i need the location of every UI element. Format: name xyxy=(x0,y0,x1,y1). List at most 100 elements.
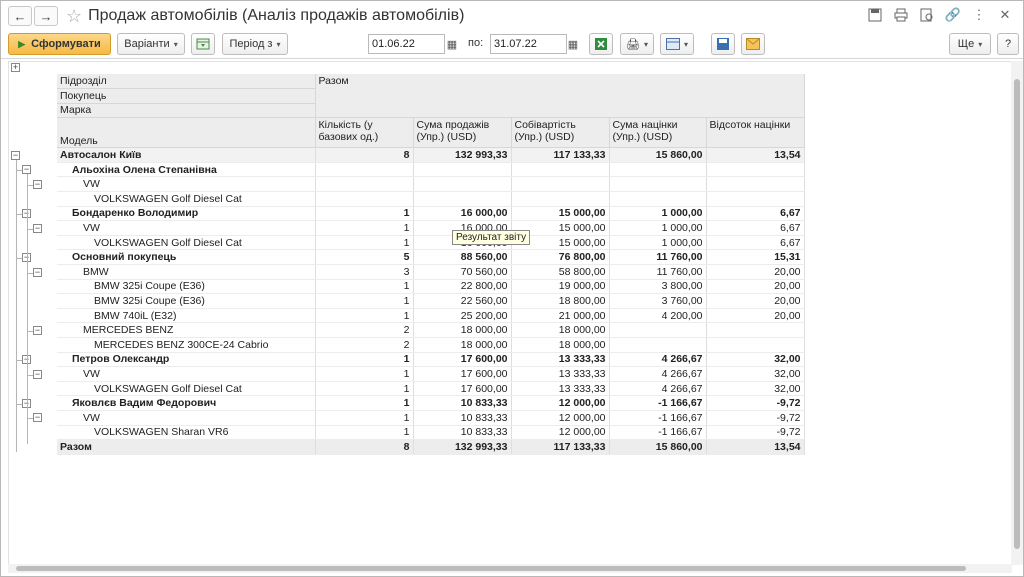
table-row[interactable]: VOLKSWAGEN Golf Diesel Cat 1 17 600,00 13 3… xyxy=(57,381,805,397)
table-row[interactable]: Бондаренко Володимир 1 16 000,00 15 000,00 1… xyxy=(57,206,805,222)
cell-qty: 1 xyxy=(315,308,414,324)
collapse-group-icon[interactable]: − xyxy=(33,413,42,422)
cell-pct xyxy=(706,176,805,193)
cell-qty: 3 xyxy=(315,264,414,280)
table-row[interactable]: VOLKSWAGEN Golf Diesel Cat116 000,0015 0… xyxy=(57,235,805,251)
horizontal-scroll-thumb[interactable] xyxy=(16,566,966,571)
dimension-header: Покупець xyxy=(57,88,316,104)
cell-qty: 5 xyxy=(315,249,414,266)
cell-qty: 1 xyxy=(315,235,414,251)
print-dropdown[interactable]: 🖨 ▾ xyxy=(620,33,654,55)
generate-button-label: Сформувати xyxy=(31,38,101,50)
calendar-icon[interactable]: ▦ xyxy=(443,34,461,54)
cell-pct: 20,00 xyxy=(706,264,805,280)
title-bar: ← → ☆ Продаж автомобілів (Аналіз продажі… xyxy=(1,1,1023,31)
collapse-group-icon[interactable]: − xyxy=(33,326,42,335)
table-row[interactable]: Автосалон Київ 8 132 993,33 117 133,33 15 86… xyxy=(57,147,805,163)
print-icon[interactable] xyxy=(893,7,909,23)
period-dropdown[interactable]: Період з ▾ xyxy=(222,33,288,55)
report-window: ← → ☆ Продаж автомобілів (Аналіз продажі… xyxy=(0,0,1024,577)
send-email-button[interactable] xyxy=(741,33,765,55)
cell-markup xyxy=(609,337,707,353)
table-row[interactable]: BMW 740iL (E32) 1 25 200,00 21 000,00 4 200,… xyxy=(57,308,805,324)
more-dropdown[interactable]: Ще ▾ xyxy=(949,33,991,55)
cell-sales: 17 600,00 xyxy=(413,381,512,397)
cell-pct: -9,72 xyxy=(706,410,805,426)
table-row[interactable]: MERCEDES BENZ 300CE-24 Cabrio 2 18 000,00 1… xyxy=(57,337,805,353)
table-row[interactable]: MERCEDES BENZ 2 18 000,00 18 000,00 xyxy=(57,322,805,338)
cell-sales xyxy=(413,176,512,193)
collapse-group-icon[interactable]: − xyxy=(11,151,20,160)
collapse-group-icon[interactable]: − xyxy=(33,224,42,233)
grand-total-cost: 117 133,33 xyxy=(511,439,610,455)
row-label: BMW 325i Coupe (E36) xyxy=(57,293,316,309)
cell-qty xyxy=(315,191,414,207)
collapse-group-icon[interactable]: − xyxy=(22,165,31,174)
preview-icon[interactable] xyxy=(919,7,935,23)
forward-arrow-icon[interactable]: → xyxy=(34,6,58,26)
cell-cost: 12 000,00 xyxy=(511,410,610,426)
table-row[interactable]: Яковлєв Вадим Федорович 1 10 833,33 12 000,… xyxy=(57,395,805,411)
link-icon[interactable]: 🔗 xyxy=(945,7,961,23)
table-row[interactable]: VW 1 17 600,00 13 333,33 4 266,67 32,00 xyxy=(57,366,805,382)
table-row[interactable]: VOLKSWAGEN Golf Diesel Cat xyxy=(57,191,805,207)
cell-cost: 15 000,00 xyxy=(511,206,610,222)
row-label: VOLKSWAGEN Golf Diesel Cat xyxy=(57,235,316,251)
excel-export-button[interactable] xyxy=(589,33,613,55)
grand-total-markup: 15 860,00 xyxy=(609,439,707,455)
close-icon[interactable]: ✕ xyxy=(997,7,1013,23)
dropdown-arrow-icon: ▾ xyxy=(276,39,281,49)
save-icon[interactable] xyxy=(867,7,883,23)
cell-cost: 58 800,00 xyxy=(511,264,610,280)
cell-sales: 18 000,00 xyxy=(413,337,512,353)
table-row[interactable]: Альохіна Олена Степанівна xyxy=(57,162,805,178)
table-row[interactable]: VOLKSWAGEN Sharan VR6 1 10 833,33 12 000,00… xyxy=(57,425,805,441)
table-row[interactable]: Петров Олександр 1 17 600,00 13 333,33 4 266… xyxy=(57,352,805,368)
variants-dropdown[interactable]: Варіанти ▾ xyxy=(117,33,185,55)
vertical-scrollbar[interactable] xyxy=(1011,61,1023,565)
cell-cost: 12 000,00 xyxy=(511,395,610,411)
table-row[interactable]: VW 1 10 833,33 12 000,00 -1 166,67 -9,72 xyxy=(57,410,805,426)
favorite-star-icon[interactable]: ☆ xyxy=(66,7,82,25)
cell-markup: -1 166,67 xyxy=(609,395,707,411)
dropdown-arrow-icon: ▾ xyxy=(683,39,688,49)
collapse-group-icon[interactable]: − xyxy=(33,180,42,189)
collapse-group-icon[interactable]: − xyxy=(33,268,42,277)
table-row[interactable]: BMW 325i Coupe (E36) 1 22 800,00 19 000,00 3… xyxy=(57,279,805,295)
table-row[interactable]: BMW 3 70 560,00 58 800,00 11 760,00 20,00 xyxy=(57,264,805,280)
column-header: Сума продажів (Упр.) (USD) xyxy=(413,117,512,149)
cell-sales: 10 833,33 xyxy=(413,395,512,411)
calendar-icon[interactable]: ▦ xyxy=(564,34,582,54)
table-row[interactable]: VW 1 16 000,00 15 000,00 1 000,00 6,67 xyxy=(57,220,805,236)
tree-guide xyxy=(16,160,17,452)
grand-total-sales: 132 993,33 xyxy=(413,439,512,455)
save-report-button[interactable] xyxy=(711,33,735,55)
row-label: Бондаренко Володимир xyxy=(57,206,316,222)
cell-sales: 70 560,00 xyxy=(413,264,512,280)
vertical-scroll-thumb[interactable] xyxy=(1014,79,1020,549)
back-arrow-icon[interactable]: ← xyxy=(8,6,32,26)
cell-markup xyxy=(609,162,707,178)
date-to-field[interactable]: 31.07.22 xyxy=(490,34,567,54)
table-row[interactable]: VW xyxy=(57,176,805,193)
cell-cost xyxy=(511,191,610,207)
cell-markup: -1 166,67 xyxy=(609,425,707,441)
more-options-icon[interactable]: ⋮ xyxy=(971,7,987,23)
header-row: Модель Кількість (у базових од.) Сума прод… xyxy=(57,117,805,149)
cell-cost: 19 000,00 xyxy=(511,279,610,295)
cell-cost: 13 333,33 xyxy=(511,366,610,382)
table-row[interactable]: Основний покупець 5 88 560,00 76 800,00 11 7… xyxy=(57,249,805,266)
layout-dropdown[interactable]: ▾ xyxy=(660,33,694,55)
grand-total-row[interactable]: Разом 8 132 993,33 117 133,33 15 860,00 13,54 xyxy=(57,439,805,455)
horizontal-scrollbar[interactable] xyxy=(8,564,1012,573)
generate-button[interactable]: ▶ Сформувати xyxy=(8,33,111,55)
cell-pct: 6,67 xyxy=(706,235,805,251)
settings-button[interactable] xyxy=(191,33,215,55)
table-row[interactable]: BMW 325i Coupe (E36) 1 22 560,00 18 800,00 3… xyxy=(57,293,805,309)
date-from-field[interactable]: 01.06.22 xyxy=(368,34,445,54)
cell-markup: 4 266,67 xyxy=(609,366,707,382)
help-button[interactable]: ? xyxy=(997,33,1019,55)
expand-all-icon[interactable]: + xyxy=(11,63,20,72)
collapse-group-icon[interactable]: − xyxy=(33,370,42,379)
cell-sales: 88 560,00 xyxy=(413,249,512,266)
